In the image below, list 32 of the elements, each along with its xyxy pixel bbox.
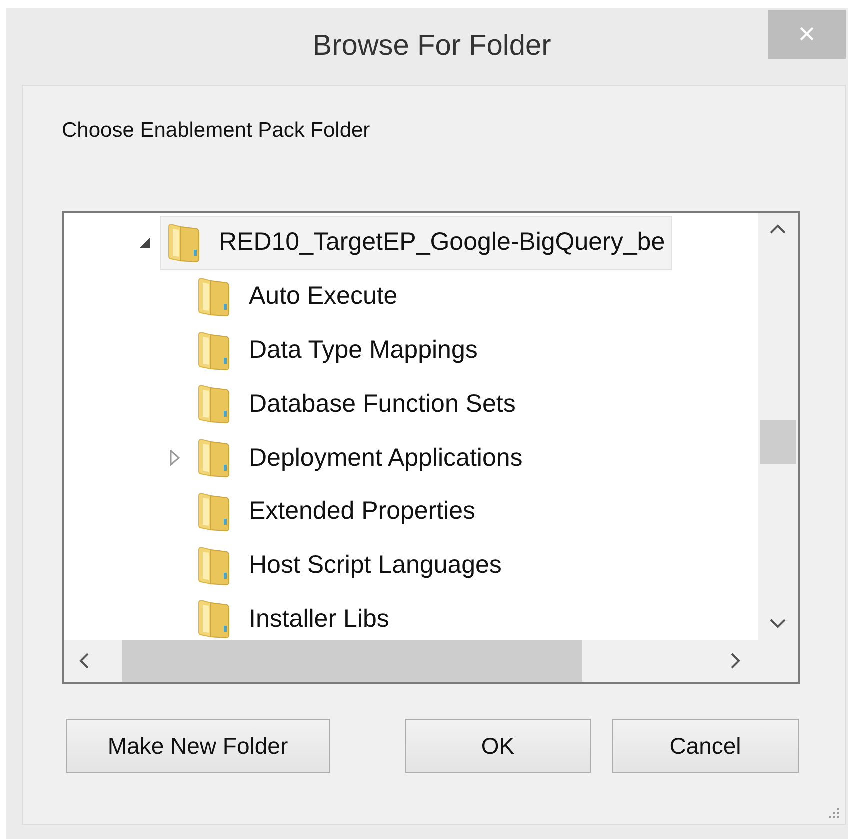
folder-icon bbox=[197, 276, 231, 317]
collapsed-arrow-icon[interactable] bbox=[169, 450, 181, 466]
folder-item[interactable]: Database Function Sets bbox=[190, 377, 523, 432]
folder-icon bbox=[197, 384, 231, 424]
dialog-button[interactable]: Make New Folder bbox=[66, 719, 330, 773]
folder-item[interactable]: Auto Execute bbox=[190, 270, 405, 324]
horizontal-scrollbar[interactable] bbox=[64, 640, 798, 682]
folder-icon bbox=[197, 599, 231, 640]
scroll-up-icon[interactable] bbox=[769, 223, 787, 235]
resize-grip-icon[interactable] bbox=[827, 806, 841, 820]
scroll-left-icon[interactable] bbox=[78, 652, 90, 670]
folder-icon bbox=[167, 222, 201, 263]
window-title: Browse For Folder bbox=[312, 30, 552, 63]
folder-item[interactable]: Extended Properties bbox=[190, 484, 483, 539]
scroll-thumb[interactable] bbox=[760, 420, 796, 464]
folder-icon bbox=[197, 438, 231, 478]
prompt-text: Choose Enablement Pack Folder bbox=[62, 119, 372, 143]
folder-item[interactable]: Data Type Mappings bbox=[190, 324, 485, 378]
scroll-down-icon[interactable] bbox=[769, 618, 787, 630]
expanded-arrow-icon[interactable] bbox=[139, 236, 151, 249]
dialog-button[interactable]: OK bbox=[405, 719, 591, 773]
folder-item[interactable]: Deployment Applications bbox=[190, 431, 530, 486]
folder-icon bbox=[197, 330, 231, 370]
vertical-scrollbar[interactable] bbox=[758, 213, 798, 640]
folder-item[interactable]: RED10_TargetEP_Google-BigQuery_be bbox=[160, 216, 672, 270]
dialog-button[interactable]: Cancel bbox=[612, 719, 799, 773]
folder-item[interactable]: Host Script Languages bbox=[190, 538, 509, 593]
folder-icon bbox=[197, 546, 231, 586]
folder-item[interactable]: Installer Libs bbox=[190, 592, 396, 640]
scroll-thumb[interactable] bbox=[122, 640, 582, 682]
folder-icon bbox=[197, 492, 231, 532]
scroll-right-icon[interactable] bbox=[730, 652, 742, 670]
